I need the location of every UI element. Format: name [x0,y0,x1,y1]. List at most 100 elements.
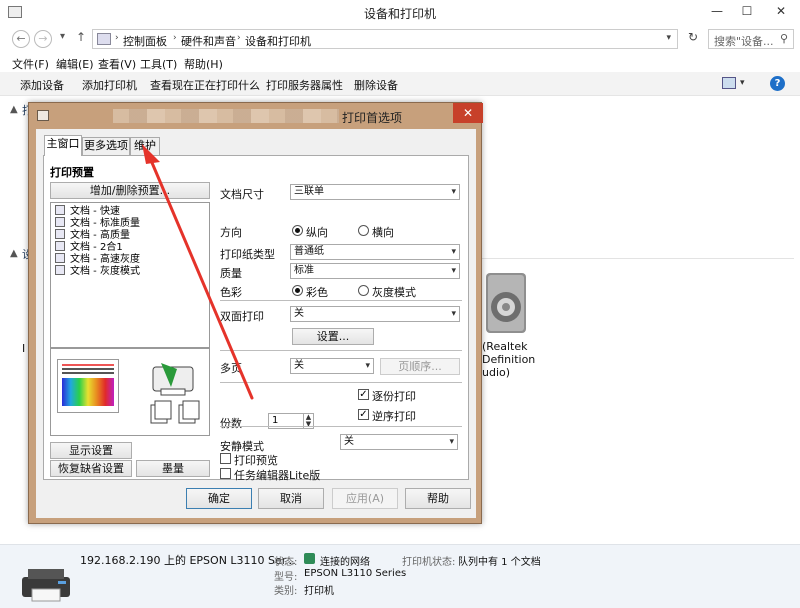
ink-levels-button[interactable]: 墨量 [136,460,210,477]
close-button[interactable]: ✕ [762,0,800,22]
divider [220,300,462,301]
command-bar: 添加设备 添加打印机 查看现在正在打印什么 打印服务器属性 删除设备 ▾ ? [0,72,800,96]
view-dropdown-icon[interactable]: ▾ [740,78,745,88]
show-settings-button[interactable]: 显示设置 [50,442,132,459]
change-view-icon[interactable] [722,77,736,89]
paper-size-label: 文档尺寸 [220,188,264,201]
search-placeholder: 搜索"设备... [714,35,774,48]
tab-main[interactable]: 主窗口 [44,135,82,156]
address-dropdown-icon[interactable]: ▾ [666,33,671,43]
multipage-label: 多页 [220,362,242,375]
quality-select[interactable]: 标准 ▾ [290,263,460,279]
device-name-line2: Definition [482,353,536,366]
landscape-radio[interactable] [358,225,369,236]
duplex-select[interactable]: 关 ▾ [290,306,460,322]
list-item[interactable]: 文档 - 高速灰度 [55,253,140,265]
restore-defaults-button[interactable]: 恢复缺省设置 [50,460,132,477]
search-input[interactable]: 搜索"设备... ⚲ [708,29,794,49]
details-pane: 192.168.2.190 上的 EPSON L3110 Ser... 状态: … [0,544,800,608]
printer-status-label: 打印机状态: [402,557,456,568]
breadcrumb-devices-printers[interactable]: 设备和打印机 [245,33,311,49]
document-icon [55,265,65,275]
chevron-down-icon: ▾ [451,266,456,276]
help-icon[interactable]: ? [770,76,785,91]
chevron-down-icon: ▾ [451,309,456,319]
collapse-icon[interactable]: ▲ [10,104,18,115]
address-input[interactable]: › 控制面板 › 硬件和声音 › 设备和打印机 ▾ [92,29,678,49]
apply-button[interactable]: 应用(A) [332,488,398,509]
chevron-down-icon: ▾ [451,247,456,257]
add-printer-button[interactable]: 添加打印机 [82,77,137,93]
two-up-icon [55,241,65,251]
color-radio[interactable] [292,285,303,296]
print-preview-checkbox[interactable] [220,453,231,464]
presets-list[interactable]: 文档 - 快速 文档 - 标准质量 文档 - 高质量 文档 - 2合1 文档 -… [50,202,210,348]
forward-icon[interactable]: → [34,30,52,48]
address-bar: ← → ▾ ↑ › 控制面板 › 硬件和声音 › 设备和打印机 ▾ ↻ 搜索"设… [0,26,800,52]
collapse-icon[interactable]: ▲ [10,248,18,259]
print-server-properties-button[interactable]: 打印服务器属性 [266,77,343,93]
multipage-select[interactable]: 关 ▾ [290,358,374,374]
refresh-icon[interactable]: ↻ [684,30,702,48]
help-button[interactable]: 帮助 [405,488,471,509]
chevron-down-icon: ▾ [449,437,454,447]
list-item[interactable]: 文档 - 标准质量 [55,217,140,229]
remove-device-button[interactable]: 删除设备 [354,77,398,93]
menu-file[interactable]: 文件(F) [12,56,49,72]
page-order-button[interactable]: 页顺序... [380,358,460,375]
search-icon[interactable]: ⚲ [780,32,788,45]
divider [220,350,462,351]
list-item[interactable]: 文档 - 2合1 [55,241,123,253]
color-label: 色彩 [220,286,242,299]
color-option-label: 彩色 [306,286,328,299]
dialog-close-button[interactable]: ✕ [453,103,483,123]
presets-title: 打印预置 [50,166,94,179]
grayscale-radio[interactable] [358,285,369,296]
reverse-order-label: 逆序打印 [372,410,416,423]
list-item[interactable]: 文档 - 快速 [55,205,120,217]
back-icon[interactable]: ← [12,30,30,48]
tab-maintenance[interactable]: 维护 [130,137,160,155]
divider [220,426,462,427]
tab-more-options[interactable]: 更多选项 [82,137,130,155]
maximize-button[interactable]: ☐ [734,0,760,22]
model-label: 型号: [274,572,298,583]
breadcrumb-control-panel[interactable]: 控制面板 [123,33,167,49]
paper-size-select[interactable]: 三联单 ▾ [290,184,460,200]
ok-button[interactable]: 确定 [186,488,252,509]
device-name-line1: (Realtek [482,340,528,353]
add-remove-presets-button[interactable]: 增加/删除预置... [50,182,210,199]
list-item[interactable]: 文档 - 灰度模式 [55,265,140,277]
menu-edit[interactable]: 编辑(E) [56,56,94,72]
printer-output-icon [150,363,200,424]
window-titlebar: 设备和打印机 — ☐ ✕ [0,0,800,26]
add-device-button[interactable]: 添加设备 [20,77,64,93]
duplex-settings-button[interactable]: 设置... [292,328,374,345]
menu-help[interactable]: 帮助(H) [184,56,223,72]
landscape-label: 横向 [372,226,394,239]
print-preferences-dialog: 打印首选项 ✕ 主窗口 更多选项 维护 打印预置 增加/删除预置... 文档 -… [28,102,483,524]
reverse-order-checkbox[interactable]: ✓ [358,409,369,420]
see-printing-button[interactable]: 查看现在正在打印什么 [150,77,260,93]
copies-label: 份数 [220,417,242,430]
quiet-mode-select[interactable]: 关 ▾ [340,434,458,450]
paper-type-select[interactable]: 普通纸 ▾ [290,244,460,260]
speaker-icon[interactable] [484,271,528,335]
category-value: 打印机 [304,586,334,597]
menu-view[interactable]: 查看(V) [98,56,136,72]
menu-tools[interactable]: 工具(T) [140,56,177,72]
cancel-button[interactable]: 取消 [258,488,324,509]
collate-checkbox[interactable]: ✓ [358,389,369,400]
job-arranger-label: 任务编辑器Lite版 [234,469,321,482]
window-title: 设备和打印机 [363,7,436,21]
minimize-button[interactable]: — [704,0,730,22]
list-item[interactable]: 文档 - 高质量 [55,229,130,241]
paper-preview-icon [57,359,119,413]
recent-locations-icon[interactable]: ▾ [60,31,65,42]
breadcrumb-hardware-sound[interactable]: 硬件和声音 [181,33,236,49]
chevron-down-icon: ▾ [365,361,370,371]
job-arranger-checkbox[interactable] [220,468,231,479]
portrait-radio[interactable] [292,225,303,236]
dialog-body: 主窗口 更多选项 维护 打印预置 增加/删除预置... 文档 - 快速 文档 -… [36,129,476,518]
up-icon[interactable]: ↑ [76,30,86,44]
